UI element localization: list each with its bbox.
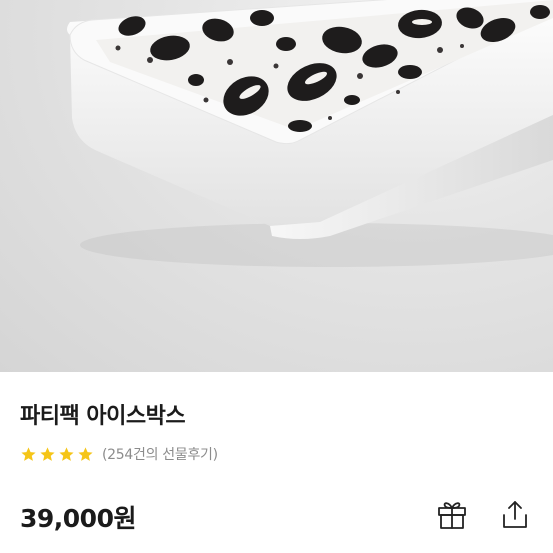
- review-count: (254건의 선물후기): [102, 447, 218, 463]
- rating-stars: [20, 446, 96, 463]
- gift-button[interactable]: [434, 496, 470, 532]
- product-title: 파티팩 아이스박스: [20, 404, 186, 429]
- rating-row[interactable]: (254건의 선물후기): [20, 444, 218, 464]
- share-button[interactable]: [497, 496, 533, 532]
- gift-icon: [438, 502, 466, 529]
- ice-box-photo: [67, 0, 553, 267]
- star-icon: [40, 446, 55, 461]
- product-price: 39,000원: [20, 504, 136, 533]
- star-icon: [59, 446, 74, 461]
- star-icon: [21, 446, 36, 461]
- star-icon: [78, 446, 93, 461]
- product-image: [0, 0, 553, 372]
- share-icon: [503, 501, 527, 528]
